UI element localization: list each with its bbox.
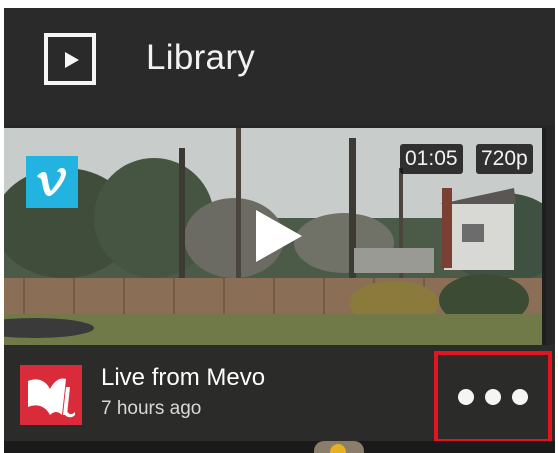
play-icon[interactable] xyxy=(252,208,304,264)
header-bar: Library xyxy=(4,8,555,125)
duration-badge: 01:05 xyxy=(400,144,463,174)
more-options-button[interactable] xyxy=(434,351,552,443)
video-timestamp: 7 hours ago xyxy=(101,398,202,419)
app-window: Library 01:05 720p Live from Mevo 7 hour… xyxy=(4,8,555,453)
video-title: Live from Mevo xyxy=(101,364,266,391)
page-title: Library xyxy=(146,38,256,77)
more-dots-icon xyxy=(512,389,528,405)
library-play-icon[interactable] xyxy=(44,33,96,85)
mevo-logo-icon xyxy=(20,365,82,425)
vimeo-icon xyxy=(26,156,78,208)
video-thumbnail[interactable]: 01:05 720p xyxy=(4,128,546,345)
quality-badge: 720p xyxy=(476,144,533,174)
more-dots-icon xyxy=(458,389,474,405)
next-video-peek xyxy=(4,441,555,453)
video-info-bar[interactable]: Live from Mevo 7 hours ago xyxy=(4,345,555,443)
more-dots-icon xyxy=(485,389,501,405)
next-thumbnail-fragment xyxy=(330,444,346,453)
